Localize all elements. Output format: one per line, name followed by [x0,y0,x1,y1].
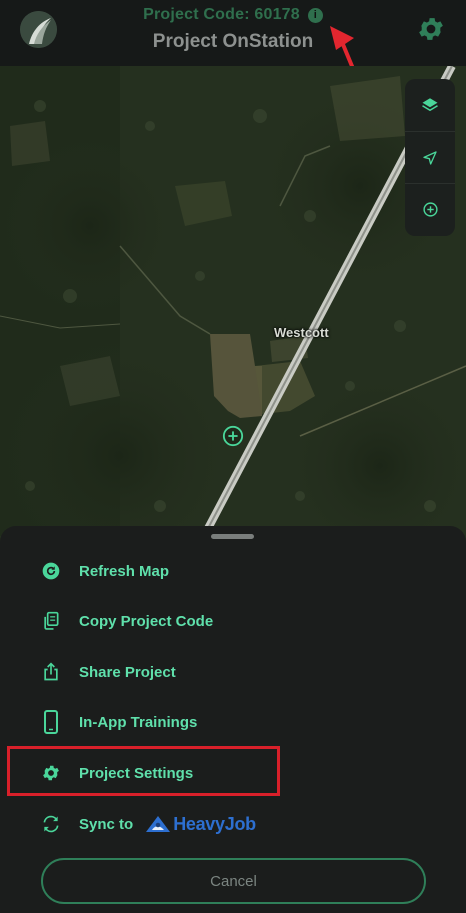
add-point-icon [422,202,438,217]
heavyjob-logo: HeavyJob [145,814,256,835]
cancel-button[interactable]: Cancel [41,858,426,904]
menu-item-sync-heavyjob[interactable]: Sync to HeavyJob [38,804,438,844]
copy-icon [38,608,64,634]
menu-item-label: In-App Trainings [79,713,198,731]
menu-item-in-app-trainings[interactable]: In-App Trainings [38,702,438,742]
menu-item-share-project[interactable]: Share Project [38,652,438,692]
layers-icon [422,98,438,112]
map-imagery [0,66,466,546]
layers-button[interactable] [405,79,455,131]
project-code: Project Code: 60178 i [0,6,466,24]
top-bar: Project Code: 60178 i Project OnStation [0,0,466,66]
gear-icon[interactable] [416,14,446,44]
add-point-icon [222,425,244,447]
menu-item-copy-project-code[interactable]: Copy Project Code [38,601,438,641]
highlight-box [7,746,280,796]
map-controls [405,79,455,236]
info-icon[interactable]: i [307,7,323,23]
map-point-marker[interactable] [222,425,244,447]
menu-item-label: Copy Project Code [79,612,214,630]
heavyjob-brand: HeavyJob [173,813,256,834]
project-code-text: Project Code: 60178 [143,6,300,23]
menu-item-label: Share Project [79,663,176,681]
add-point-button[interactable] [405,183,455,235]
locate-button[interactable] [405,131,455,183]
map-place-label: Westcott [274,325,329,340]
menu-item-label: Refresh Map [79,562,170,580]
refresh-icon [38,558,64,584]
phone-icon [38,709,64,735]
menu-item-refresh-map[interactable]: Refresh Map [38,551,438,591]
project-title: Project OnStation [152,31,314,52]
sync-icon [38,811,64,837]
location-arrow-icon [423,150,437,165]
heavyjob-logo-icon [146,816,171,832]
share-icon [38,659,64,685]
action-sheet: Refresh Map Copy Project Code Share Proj… [0,526,466,913]
menu-item-label: Sync to [79,815,134,833]
sheet-drag-handle[interactable] [211,534,254,539]
satellite-map[interactable]: Westcott [0,66,466,546]
